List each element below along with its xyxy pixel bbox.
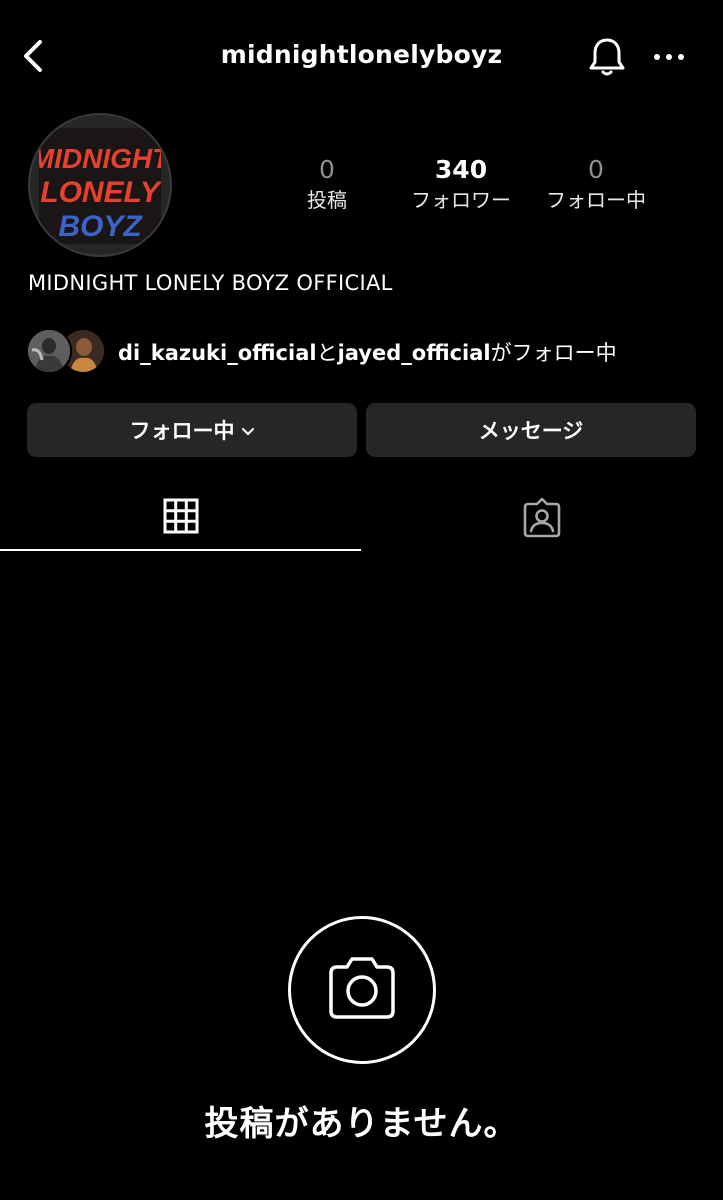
grid-icon [163, 498, 198, 534]
following-button[interactable]: フォロー中 [27, 403, 357, 457]
followed-connector: と [316, 341, 338, 365]
follower-username-1[interactable]: di_kazuki_official [118, 341, 317, 365]
camera-icon [329, 957, 395, 1019]
empty-state-camera [288, 916, 436, 1064]
more-options-button[interactable] [650, 40, 690, 74]
followed-by-text: di_kazuki_officialとjayed_officialがフォロー中 [118, 337, 617, 367]
logo-line-3: BOYZ [58, 210, 143, 243]
following-button-label: フォロー中 [129, 419, 235, 443]
tagged-person-icon [523, 498, 560, 538]
profile-avatar[interactable]: MIDNIGHTLONELYBOYZ [28, 113, 172, 257]
top-bar: midnightlonelyboyz [0, 0, 723, 112]
follower-username-2[interactable]: jayed_official [338, 341, 491, 365]
followed-suffix: がフォロー中 [490, 341, 617, 365]
logo-line-2: LONELY [40, 176, 161, 209]
active-tab-indicator [0, 549, 361, 551]
posts-count: 0 [319, 155, 335, 184]
tab-grid[interactable] [0, 480, 361, 552]
followers-stat[interactable]: 340 フォロワー [396, 155, 526, 215]
empty-state-text: 投稿がありません。 [204, 1104, 519, 1144]
logo-image: MIDNIGHTLONELYBOYZ [31, 128, 170, 244]
posts-label: 投稿 [307, 188, 347, 212]
following-stat[interactable]: 0 フォロー中 [531, 155, 661, 215]
followers-count: 340 [434, 155, 488, 184]
profile-screen: midnightlonelyboyz MIDNIGHTLONELYBOYZ 0 … [0, 0, 723, 1200]
notifications-button[interactable] [586, 36, 628, 78]
display-name: MIDNIGHT LONELY BOYZ OFFICIAL [28, 271, 393, 295]
posts-stat[interactable]: 0 投稿 [262, 155, 392, 215]
bell-icon [589, 38, 625, 76]
followers-label: フォロワー [411, 188, 511, 212]
following-label: フォロー中 [546, 188, 646, 212]
chevron-down-icon [241, 418, 255, 442]
message-button[interactable]: メッセージ [366, 403, 696, 457]
more-dots-icon [654, 54, 684, 60]
message-button-label: メッセージ [478, 419, 584, 443]
following-count: 0 [588, 155, 604, 184]
tab-tagged[interactable] [361, 480, 722, 552]
logo-line-1: MIDNIGHT [39, 143, 161, 174]
follower-avatar-1[interactable] [26, 328, 72, 374]
